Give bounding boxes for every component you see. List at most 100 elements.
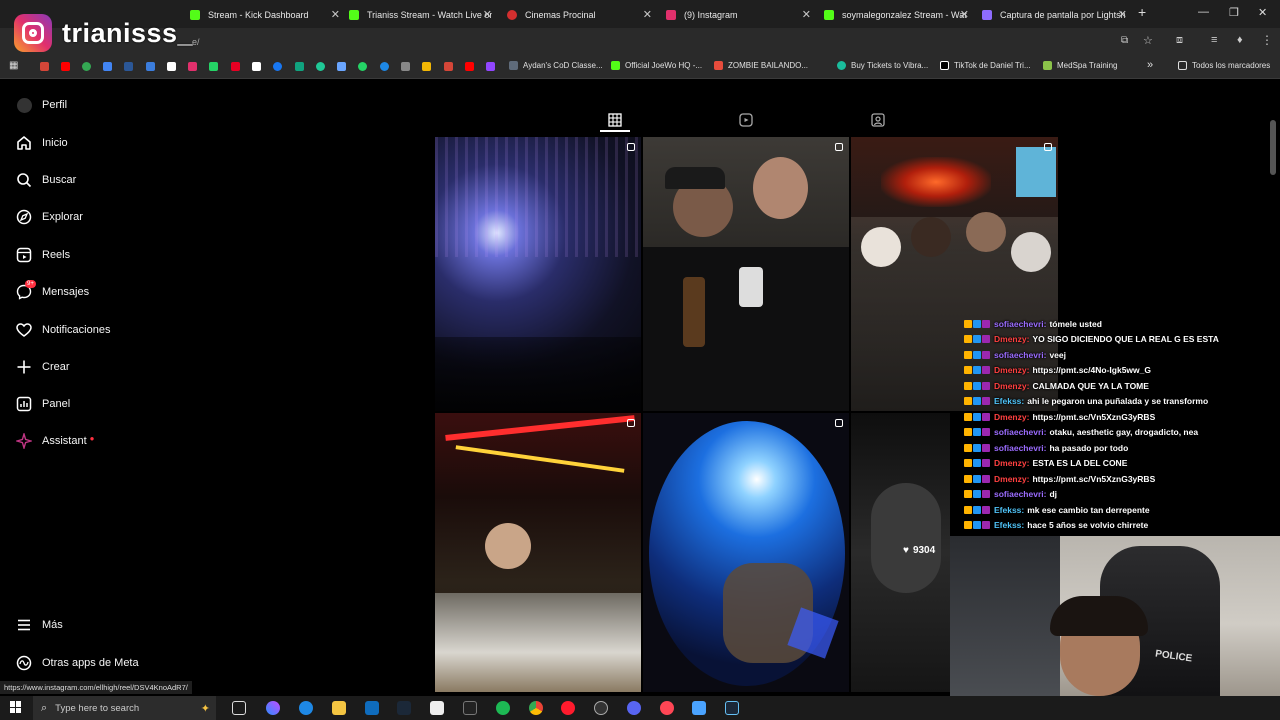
- security-icon[interactable]: [692, 701, 706, 715]
- close-tab-icon[interactable]: ✕: [331, 8, 340, 21]
- discord-icon[interactable]: [627, 701, 641, 715]
- youtube-icon[interactable]: [465, 62, 474, 71]
- extensions-icon[interactable]: ⧈: [1176, 34, 1183, 47]
- status-bar-url: https://www.instagram.com/ellhigh/reel/D…: [0, 681, 192, 694]
- media-icon[interactable]: ≡: [1211, 34, 1217, 46]
- browser-tab[interactable]: soymalegonzalez Stream - Wat ✕: [824, 4, 969, 26]
- valorant-icon[interactable]: [660, 701, 674, 715]
- close-tab-icon[interactable]: ✕: [1118, 8, 1127, 21]
- steam-icon[interactable]: [397, 701, 411, 715]
- bookmark-item[interactable]: MedSpa Training: [1043, 61, 1117, 70]
- post-tile[interactable]: ♥ 9304: [851, 413, 950, 692]
- obs-app-icon[interactable]: [463, 701, 477, 715]
- windows-start-icon[interactable]: [10, 701, 22, 713]
- file-explorer-icon[interactable]: [332, 701, 346, 715]
- close-tab-icon[interactable]: ✕: [483, 8, 492, 21]
- nav-panel[interactable]: Panel: [16, 396, 70, 412]
- post-tile[interactable]: [435, 413, 641, 692]
- post-tile[interactable]: [643, 137, 849, 411]
- nav-otras-apps[interactable]: Otras apps de Meta: [16, 655, 139, 671]
- pinterest-icon[interactable]: [231, 62, 240, 71]
- nav-mensajes[interactable]: 9+ Mensajes: [16, 280, 89, 300]
- chat-badges: [964, 397, 991, 406]
- post-tile[interactable]: [643, 413, 849, 692]
- tagged-icon[interactable]: [871, 113, 885, 127]
- obs-icon[interactable]: [594, 701, 608, 715]
- gmail-icon[interactable]: [40, 62, 49, 71]
- nav-buscar[interactable]: Buscar: [16, 172, 76, 188]
- threads-icon[interactable]: [252, 62, 261, 71]
- bm-icon[interactable]: [316, 62, 325, 71]
- copilot-app-icon[interactable]: [266, 701, 280, 715]
- mic-icon[interactable]: ♦: [1237, 34, 1243, 46]
- bm-icon[interactable]: [380, 62, 389, 71]
- teams-icon[interactable]: [146, 62, 155, 71]
- all-bookmarks-folder[interactable]: Todos los marcadores: [1178, 61, 1270, 70]
- spotify-icon[interactable]: [496, 701, 510, 715]
- steam-app-icon[interactable]: [725, 701, 739, 715]
- x-icon[interactable]: [167, 62, 176, 71]
- chat-badges: [964, 443, 991, 452]
- bookmark-item[interactable]: Aydan's CoD Classe...: [509, 61, 603, 70]
- opera-icon[interactable]: [561, 701, 575, 715]
- more-bookmarks-icon[interactable]: »: [1147, 59, 1153, 71]
- edge-icon[interactable]: [299, 701, 313, 715]
- whatsapp-icon[interactable]: [209, 62, 218, 71]
- close-window-icon[interactable]: ✕: [1258, 6, 1267, 19]
- bm-icon[interactable]: [422, 62, 431, 71]
- restore-icon[interactable]: ❐: [1229, 6, 1239, 19]
- likes-overlay: ♥ 9304: [903, 545, 936, 556]
- install-icon[interactable]: ⧉: [1121, 35, 1128, 46]
- nav-assistant[interactable]: Assistant ●: [16, 433, 94, 449]
- browser-tab[interactable]: Trianiss Stream - Watch Live on ✕: [349, 4, 492, 26]
- nav-reels[interactable]: Reels: [16, 247, 70, 263]
- overlay-username: trianisss_: [62, 17, 194, 48]
- whatsapp-web-icon[interactable]: [358, 62, 367, 71]
- grid-icon[interactable]: [608, 113, 622, 127]
- chat-message: sofiaechevri: dj: [964, 487, 1264, 503]
- browser-tab-active[interactable]: (9) Instagram ✕: [666, 4, 811, 26]
- store-icon[interactable]: [430, 701, 444, 715]
- nav-inicio[interactable]: Inicio: [16, 135, 68, 151]
- task-view-icon[interactable]: [232, 701, 246, 715]
- close-tab-icon[interactable]: ✕: [643, 8, 652, 21]
- carousel-icon: [1044, 143, 1052, 151]
- bookmark-item[interactable]: ZOMBIE BAILANDO...: [714, 61, 808, 70]
- address-url[interactable]: e/: [192, 37, 200, 47]
- post-tile[interactable]: [435, 137, 641, 411]
- page-scrollbar[interactable]: [1270, 120, 1276, 175]
- nav-notificaciones[interactable]: Notificaciones: [16, 322, 110, 338]
- twitch-icon[interactable]: [486, 62, 495, 71]
- nav-mas[interactable]: Más: [16, 617, 63, 633]
- browser-tab[interactable]: Stream - Kick Dashboard ✕: [190, 4, 340, 26]
- minimize-icon[interactable]: —: [1198, 6, 1209, 18]
- maps-icon[interactable]: [82, 62, 91, 71]
- taskbar-search[interactable]: ⌕ Type here to search ✦: [33, 696, 216, 720]
- reels-tab-icon[interactable]: [739, 113, 753, 127]
- bookmark-item[interactable]: TikTok de Daniel Tri...: [940, 61, 1031, 70]
- bookmark-star-icon[interactable]: ☆: [1143, 34, 1153, 47]
- apps-grid-icon[interactable]: ▦: [9, 60, 18, 71]
- gmail-icon[interactable]: [444, 62, 453, 71]
- bm-icon[interactable]: [337, 62, 346, 71]
- close-tab-icon[interactable]: ✕: [960, 8, 969, 21]
- nav-perfil[interactable]: Perfil: [16, 97, 67, 113]
- nav-crear[interactable]: Crear: [16, 359, 70, 375]
- nav-explorar[interactable]: Explorar: [16, 209, 83, 225]
- bm-icon[interactable]: [401, 62, 410, 71]
- browser-tab[interactable]: Captura de pantalla por Lightsh ✕: [982, 4, 1127, 26]
- new-tab-icon[interactable]: +: [1138, 4, 1146, 20]
- browser-tab[interactable]: Cinemas Procinal ✕: [507, 4, 652, 26]
- instagram-bm-icon[interactable]: [188, 62, 197, 71]
- outlook-icon[interactable]: [124, 62, 133, 71]
- chatgpt-icon[interactable]: [295, 62, 304, 71]
- facebook-icon[interactable]: [273, 62, 282, 71]
- kebab-menu-icon[interactable]: ⋮: [1261, 33, 1273, 47]
- drive-icon[interactable]: [103, 62, 112, 71]
- outlook-app-icon[interactable]: [365, 701, 379, 715]
- chrome-icon[interactable]: [529, 701, 543, 715]
- close-tab-icon[interactable]: ✕: [802, 8, 811, 21]
- bookmark-item[interactable]: Buy Tickets to Vibra...: [837, 61, 928, 70]
- youtube-icon[interactable]: [61, 62, 70, 71]
- bookmark-item[interactable]: Official JoeWo HQ -...: [611, 61, 702, 70]
